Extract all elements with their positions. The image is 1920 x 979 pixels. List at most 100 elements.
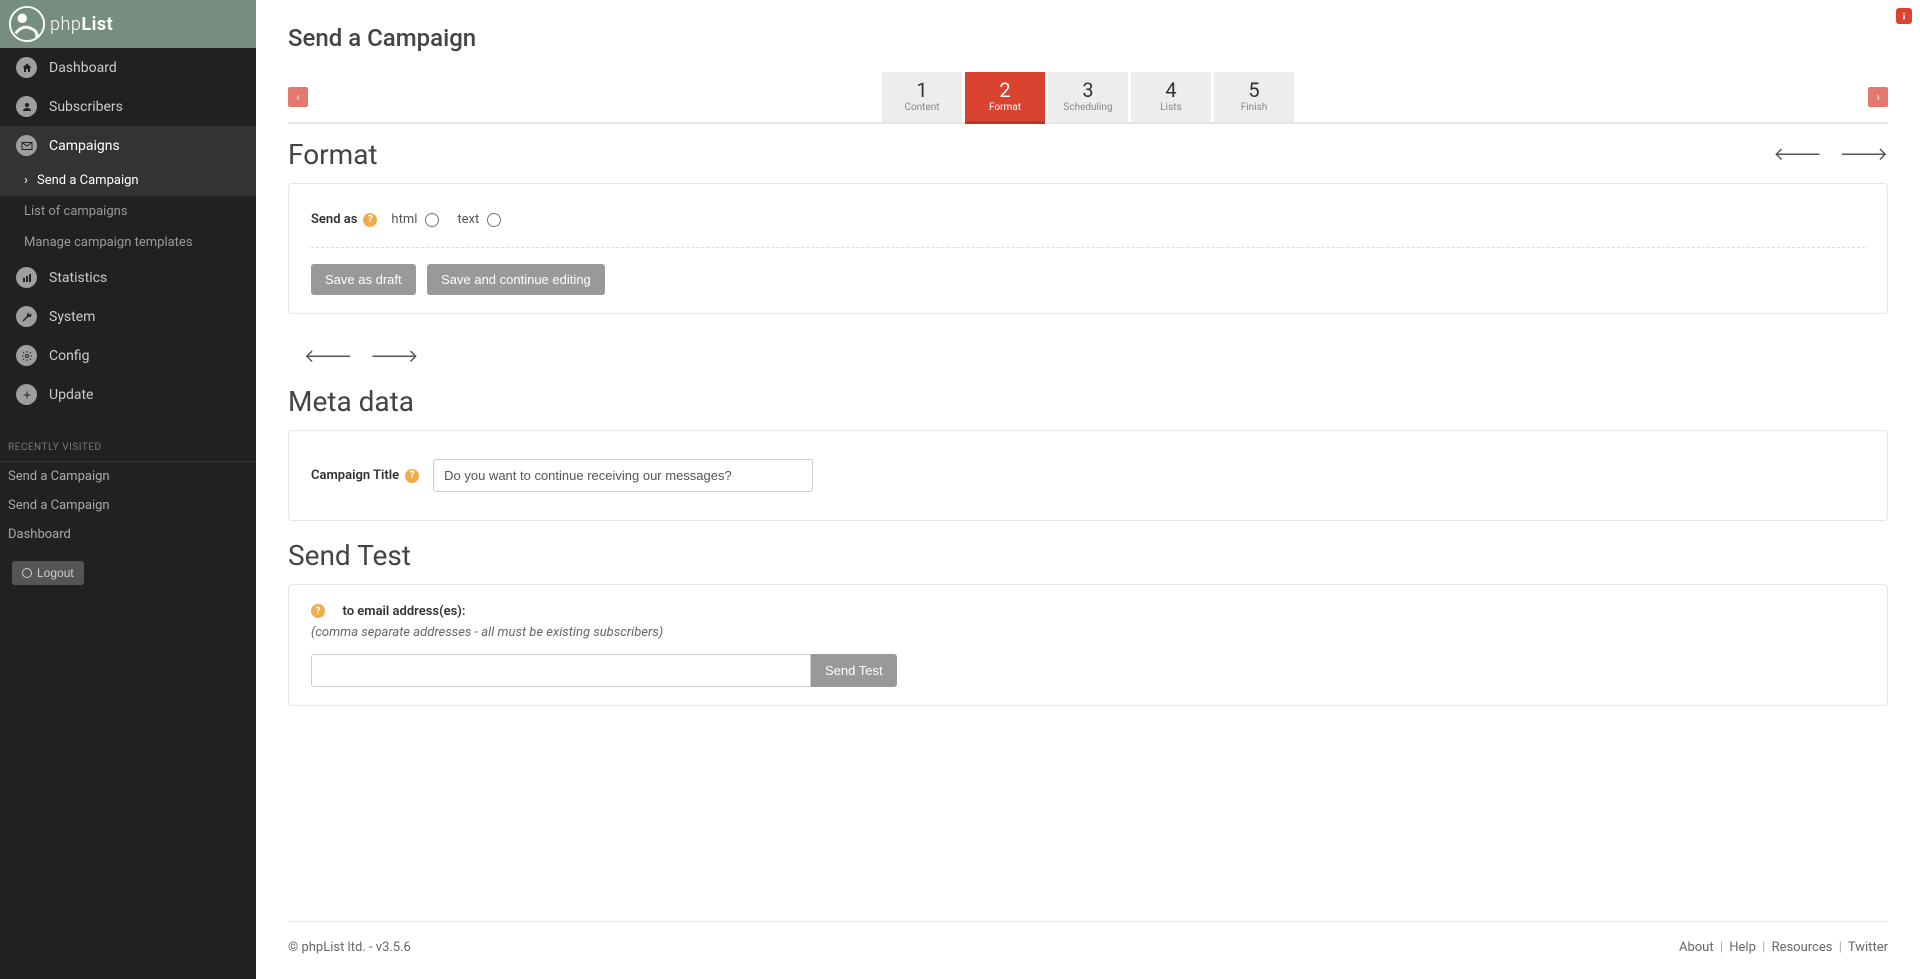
wizard-tabs: 1 Content 2 Format 3 Scheduling 4 Lists … (882, 72, 1294, 122)
help-icon[interactable]: ? (311, 604, 325, 618)
subnav-manage-templates[interactable]: Manage campaign templates (0, 227, 256, 258)
wizard-tab-num: 4 (1135, 80, 1207, 100)
divider (311, 247, 1865, 248)
test-panel: ? to email address(es): (comma separate … (288, 584, 1888, 706)
wizard-tab-num: 3 (1052, 80, 1124, 100)
logout-button[interactable]: Logout (12, 561, 84, 585)
footer-about-link[interactable]: About (1679, 940, 1714, 955)
footer-left: © phpList ltd. - v3.5.6 (288, 940, 411, 955)
sidebar-item-dashboard[interactable]: Dashboard (0, 48, 256, 87)
recent-item[interactable]: Send a Campaign (0, 491, 256, 520)
divider: | (1720, 940, 1723, 955)
page-title: Send a Campaign (288, 24, 1888, 52)
subnav-send-campaign[interactable]: › Send a Campaign (0, 165, 256, 196)
user-icon (16, 96, 37, 117)
arrow-right-icon[interactable]: 🡒 (370, 346, 418, 367)
wizard-tab-content[interactable]: 1 Content (882, 72, 962, 122)
wizard-tab-label: Format (969, 102, 1041, 113)
wizard-tab-num: 2 (969, 80, 1041, 100)
footer: © phpList ltd. - v3.5.6 About | Help | R… (288, 921, 1888, 955)
logout-label: Logout (37, 566, 74, 580)
info-badge[interactable] (1896, 8, 1912, 24)
subnav-label: Send a Campaign (37, 173, 139, 188)
arrow-left-icon[interactable]: 🡐 (304, 346, 352, 367)
recent-item[interactable]: Send a Campaign (0, 462, 256, 491)
wizard-tab-label: Lists (1135, 102, 1207, 113)
recent-header: RECENTLY VISITED (0, 434, 256, 462)
sidebar-item-campaigns[interactable]: Campaigns (0, 126, 256, 165)
subnav-list-campaigns[interactable]: List of campaigns (0, 196, 256, 227)
radio-text[interactable]: text (457, 212, 501, 227)
divider: | (1762, 940, 1765, 955)
wizard-tab-scheduling[interactable]: 3 Scheduling (1048, 72, 1128, 122)
format-panel: Send as ? html text Save as draft Save a… (288, 183, 1888, 314)
recent-item[interactable]: Dashboard (0, 520, 256, 549)
wizard-prev-button[interactable]: ‹ (288, 87, 308, 107)
wizard-tab-format[interactable]: 2 Format (965, 72, 1045, 124)
radio-text-input[interactable] (487, 213, 501, 227)
test-input-row: Send Test (311, 654, 1865, 687)
home-icon (16, 57, 37, 78)
campaign-title-input[interactable] (433, 459, 813, 492)
help-icon[interactable]: ? (363, 213, 377, 227)
send-as-row: Send as ? html text (311, 202, 1865, 237)
footer-help-link[interactable]: Help (1729, 940, 1756, 955)
chart-icon (16, 267, 37, 288)
subnav-label: List of campaigns (24, 204, 128, 219)
plus-icon (16, 384, 37, 405)
wizard-tab-lists[interactable]: 4 Lists (1131, 72, 1211, 122)
meta-panel: Campaign Title ? (288, 430, 1888, 521)
radio-html-input[interactable] (425, 213, 439, 227)
envelope-icon (16, 135, 37, 156)
wizard-tab-label: Finish (1218, 102, 1290, 113)
test-title: Send Test (288, 539, 1888, 572)
wizard-tab-num: 5 (1218, 80, 1290, 100)
wizard-tab-num: 1 (886, 80, 958, 100)
footer-copyright-link[interactable]: © phpList ltd. (288, 940, 366, 955)
format-title: Format (288, 138, 378, 171)
power-icon (22, 568, 32, 578)
gear-icon (16, 345, 37, 366)
wrench-icon (16, 306, 37, 327)
help-icon[interactable]: ? (405, 469, 419, 483)
wizard-tab-finish[interactable]: 5 Finish (1214, 72, 1294, 122)
sidebar-item-label: Statistics (49, 270, 107, 286)
format-buttons: Save as draft Save and continue editing (311, 264, 1865, 295)
save-continue-button[interactable]: Save and continue editing (427, 264, 605, 295)
sidebar-item-label: System (49, 309, 95, 325)
wizard-tab-label: Scheduling (1052, 102, 1124, 113)
send-as-label: Send as (311, 212, 357, 227)
format-header-row: Format 🡐 🡒 (288, 138, 1888, 171)
test-to-label: to email address(es): (342, 604, 465, 619)
save-draft-button[interactable]: Save as draft (311, 264, 416, 295)
footer-resources-link[interactable]: Resources (1772, 940, 1833, 955)
sidebar-item-label: Subscribers (49, 99, 123, 115)
logo-text: phpList (50, 14, 113, 35)
test-to-row: ? to email address(es): (311, 603, 1865, 619)
wizard-row: ‹ 1 Content 2 Format 3 Scheduling 4 List… (288, 72, 1888, 124)
footer-version: - v3.5.6 (366, 940, 411, 955)
chevron-right-icon: › (24, 173, 31, 188)
arrow-left-icon[interactable]: 🡐 (1773, 144, 1821, 165)
sidebar-item-config[interactable]: Config (0, 336, 256, 375)
radio-html[interactable]: html (391, 212, 439, 227)
footer-right: About | Help | Resources | Twitter (1679, 940, 1888, 955)
sidebar-item-subscribers[interactable]: Subscribers (0, 87, 256, 126)
sidebar-item-system[interactable]: System (0, 297, 256, 336)
sidebar-item-label: Dashboard (49, 60, 117, 76)
sidebar-item-label: Config (49, 348, 89, 364)
logo-icon (8, 5, 46, 43)
test-email-input[interactable] (311, 654, 811, 687)
sidebar-item-statistics[interactable]: Statistics (0, 258, 256, 297)
footer-twitter-link[interactable]: Twitter (1848, 940, 1888, 955)
arrow-right-icon[interactable]: 🡒 (1840, 144, 1888, 165)
sidebar-item-update[interactable]: Update (0, 375, 256, 414)
sidebar-item-label: Campaigns (49, 138, 120, 154)
radio-html-label: html (391, 212, 417, 227)
bottom-nav-arrows: 🡐 🡒 (304, 346, 1888, 367)
campaign-title-row: Campaign Title ? (311, 449, 1865, 502)
send-test-button[interactable]: Send Test (811, 654, 897, 687)
sidebar-header: phpList (0, 0, 256, 48)
wizard-next-button[interactable]: › (1868, 87, 1888, 107)
main-content: Send a Campaign ‹ 1 Content 2 Format 3 S… (256, 0, 1920, 979)
